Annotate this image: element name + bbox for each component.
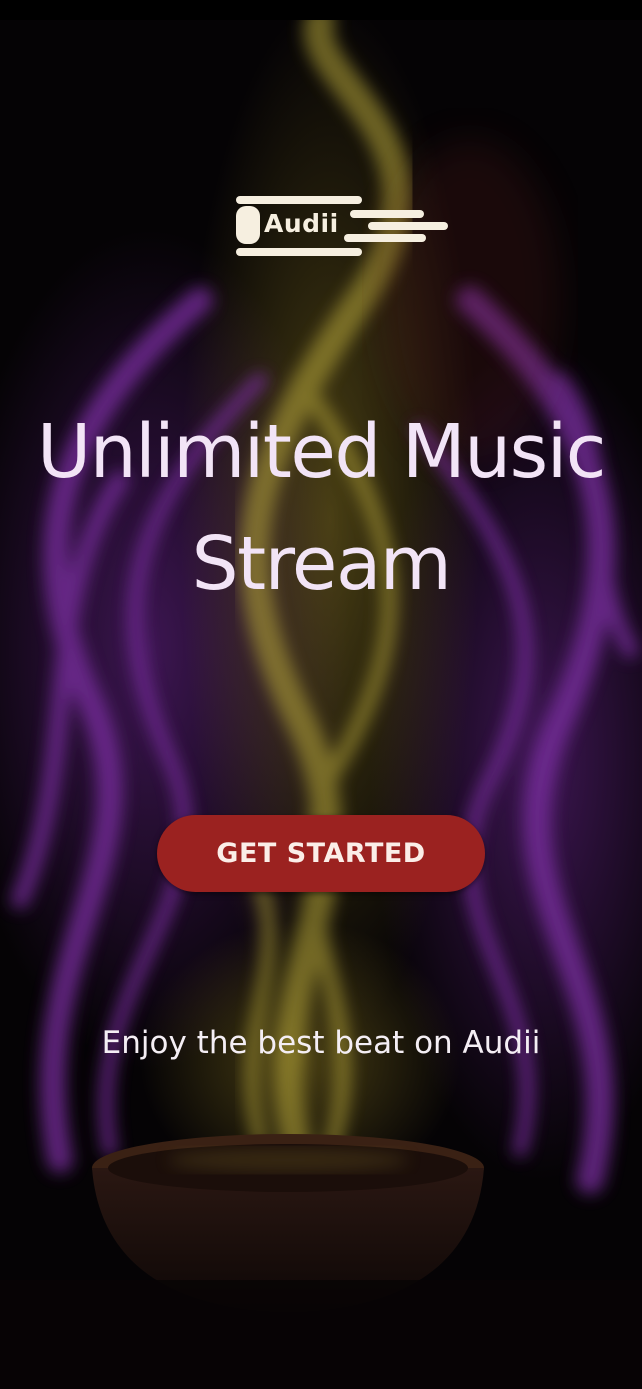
headline-line-2: Stream (191, 521, 452, 607)
welcome-screen: Audii Unlimited Music Stream GET STARTED… (0, 0, 642, 1389)
logo-wordmark: Audii (264, 209, 339, 238)
hero-headline: Unlimited Music Stream (0, 396, 642, 620)
headline-line-1: Unlimited Music (37, 409, 606, 495)
get-started-button[interactable]: GET STARTED (157, 815, 485, 892)
tagline-text: Enjoy the best beat on Audii (101, 1025, 541, 1061)
status-bar-strip (0, 0, 642, 20)
